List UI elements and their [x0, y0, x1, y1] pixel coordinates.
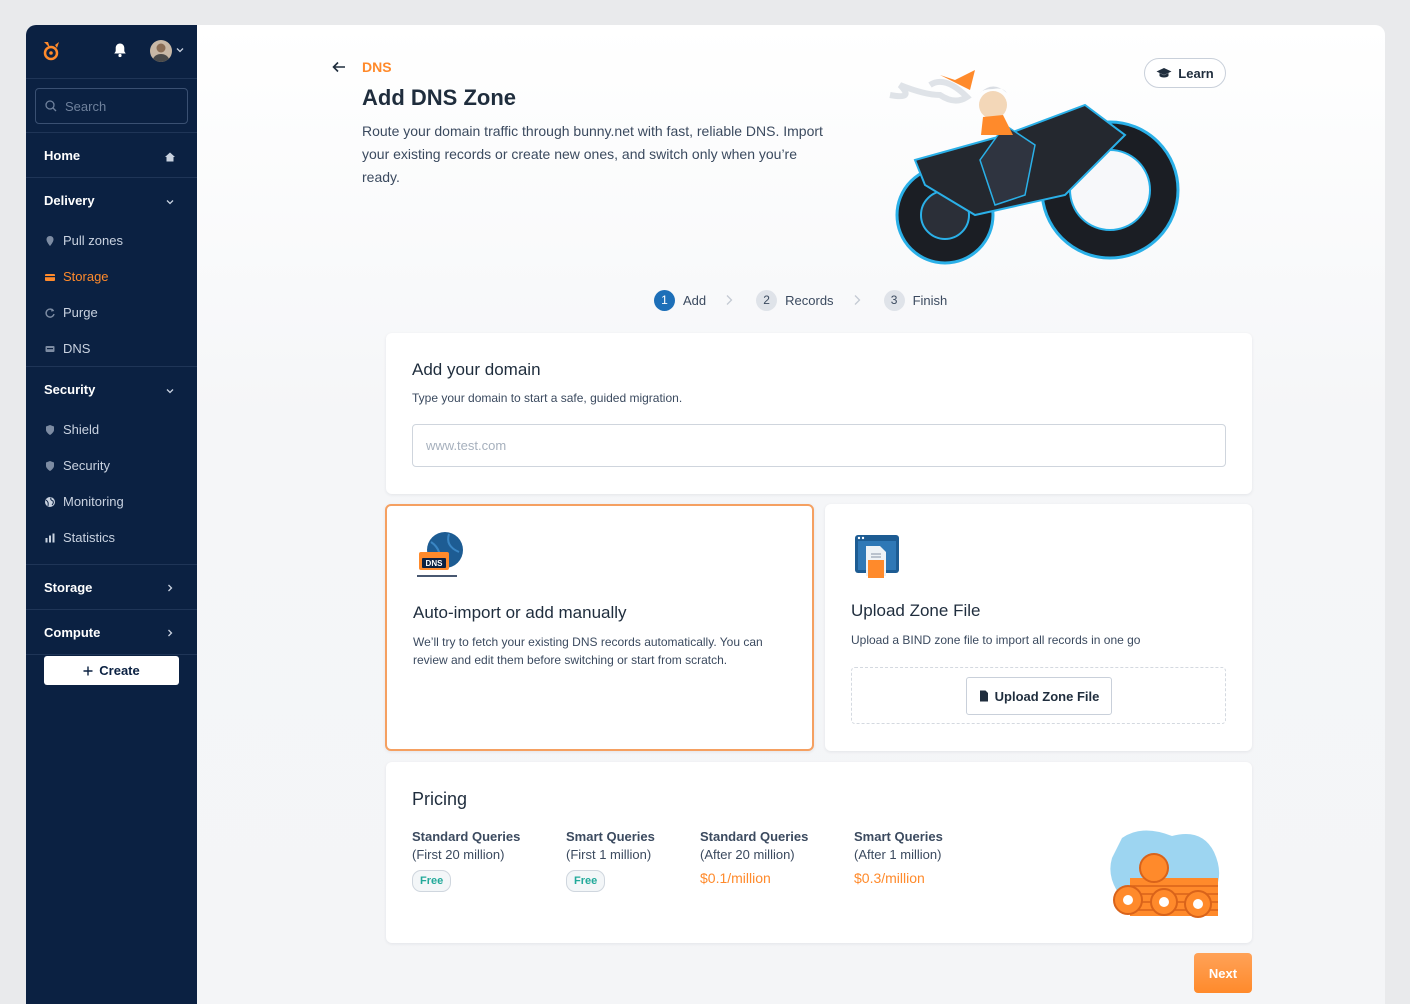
sidebar-item-storage[interactable]: Storage	[44, 269, 109, 284]
price-smart-first: Smart Queries (First 1 million) Free	[566, 828, 655, 892]
step-add[interactable]: 1 Add	[654, 289, 707, 311]
sidebar-section-compute[interactable]: Compute	[44, 625, 100, 640]
chevron-right-icon[interactable]	[165, 628, 175, 638]
price-standard-after: Standard Queries (After 20 million) $0.1…	[700, 829, 809, 886]
search-icon	[45, 100, 57, 112]
sidebar-item-pull-zones[interactable]: Pull zones	[44, 233, 123, 248]
create-button[interactable]: Create	[44, 656, 179, 685]
learn-button[interactable]: Learn	[1144, 58, 1226, 88]
app-window: Search Home Delivery Pull zones Storage …	[26, 25, 1385, 1004]
card-title: Pricing	[412, 789, 468, 809]
stepper: 1 Add 2 Records 3 Finish	[654, 289, 947, 311]
breadcrumb[interactable]: DNS	[362, 59, 392, 75]
chevron-down-icon[interactable]	[176, 46, 184, 54]
price-value: $0.3/million	[854, 870, 925, 886]
sidebar-item-dns[interactable]: DNS	[44, 341, 90, 356]
refresh-icon	[45, 307, 55, 318]
step-number: 1	[654, 289, 675, 311]
pricing-card: Pricing Standard Queries (First 20 milli…	[386, 762, 1252, 943]
page-title: Add DNS Zone	[362, 85, 516, 110]
bunny-motorcycle-illustration	[889, 70, 1180, 265]
divider	[26, 132, 197, 133]
sidebar-item-monitoring[interactable]: Monitoring	[44, 494, 124, 509]
divider	[26, 654, 197, 655]
storage-icon	[45, 273, 55, 281]
zone-file-icon	[855, 535, 899, 578]
dns-icon-text: DNS	[426, 559, 444, 568]
dns-icon	[45, 345, 55, 352]
file-dropzone[interactable]: Upload Zone File	[851, 667, 1226, 724]
search-input[interactable]: Search	[35, 88, 188, 124]
divider	[26, 366, 197, 367]
sidebar-top-bar	[26, 25, 197, 79]
step-finish[interactable]: 3 Finish	[883, 289, 948, 311]
sidebar-item-security[interactable]: Security	[44, 458, 110, 473]
divider	[26, 177, 197, 178]
sidebar-item-shield[interactable]: Shield	[44, 422, 99, 437]
card-subtitle: Type your domain to start a safe, guided…	[412, 391, 683, 405]
sidebar-section-security[interactable]: Security	[44, 382, 95, 397]
sidebar-item-home[interactable]: Home	[44, 148, 80, 163]
domain-input[interactable]	[412, 424, 1226, 467]
price-smart-after: Smart Queries (After 1 million) $0.3/mil…	[854, 829, 943, 886]
upload-zone-file-button[interactable]: Upload Zone File	[966, 677, 1112, 715]
next-button[interactable]: Next	[1194, 953, 1252, 993]
sidebar-item-purge[interactable]: Purge	[44, 305, 98, 320]
price-value: $0.1/million	[700, 870, 771, 886]
auto-import-option-card[interactable]: DNS Auto-import or add manually We’ll tr…	[385, 504, 814, 751]
chevron-right-icon	[854, 295, 860, 305]
page-intro: Route your domain traffic through bunny.…	[362, 123, 823, 185]
card-description: Upload a BIND zone file to import all re…	[851, 633, 1141, 647]
pin-icon	[46, 235, 54, 246]
back-arrow-icon[interactable]	[332, 61, 346, 73]
divider	[26, 609, 197, 610]
plus-icon	[83, 666, 93, 675]
step-label: Finish	[912, 292, 948, 308]
chevron-right-icon	[726, 295, 733, 305]
bunny-logo-icon[interactable]	[40, 40, 62, 62]
sidebar-section-storage[interactable]: Storage	[44, 580, 92, 595]
bar-chart-icon	[45, 533, 55, 542]
step-number: 2	[756, 289, 778, 311]
upload-zone-file-card[interactable]: Upload Zone File Upload a BIND zone file…	[825, 504, 1252, 751]
step-records[interactable]: 2 Records	[756, 289, 834, 311]
card-description: We’ll try to fetch your existing DNS rec…	[413, 635, 763, 667]
add-domain-card: Add your domain Type your domain to star…	[386, 333, 1252, 494]
card-title: Upload Zone File	[851, 601, 981, 620]
bell-icon[interactable]	[112, 42, 128, 58]
home-icon	[165, 152, 175, 162]
shield-icon	[46, 424, 54, 435]
divider	[26, 564, 197, 565]
free-badge: Free	[566, 870, 606, 892]
dns-globe-icon: DNS	[417, 532, 463, 577]
chevron-right-icon[interactable]	[165, 583, 175, 593]
card-title: Auto-import or add manually	[413, 603, 627, 622]
step-label: Add	[683, 292, 707, 308]
graduation-cap-icon	[1156, 68, 1172, 78]
step-label: Records	[785, 292, 834, 308]
chevron-down-icon[interactable]	[165, 386, 175, 396]
sidebar-item-statistics[interactable]: Statistics	[44, 530, 115, 545]
coins-illustration	[1110, 830, 1220, 918]
price-standard-first: Standard Queries (First 20 million) Free	[412, 828, 520, 892]
card-title: Add your domain	[412, 360, 541, 379]
sidebar-section-delivery[interactable]: Delivery	[44, 193, 95, 208]
shield-icon	[46, 460, 54, 471]
main-content: DNS Add DNS Zone Route your domain traff…	[197, 25, 1385, 1004]
avatar[interactable]	[150, 40, 172, 62]
chevron-down-icon[interactable]	[165, 197, 175, 207]
sidebar: Search Home Delivery Pull zones Storage …	[26, 25, 197, 1004]
file-icon	[979, 690, 988, 702]
step-number: 3	[883, 289, 905, 311]
free-badge: Free	[412, 870, 452, 892]
globe-icon	[45, 496, 55, 507]
search-placeholder: Search	[65, 99, 107, 114]
